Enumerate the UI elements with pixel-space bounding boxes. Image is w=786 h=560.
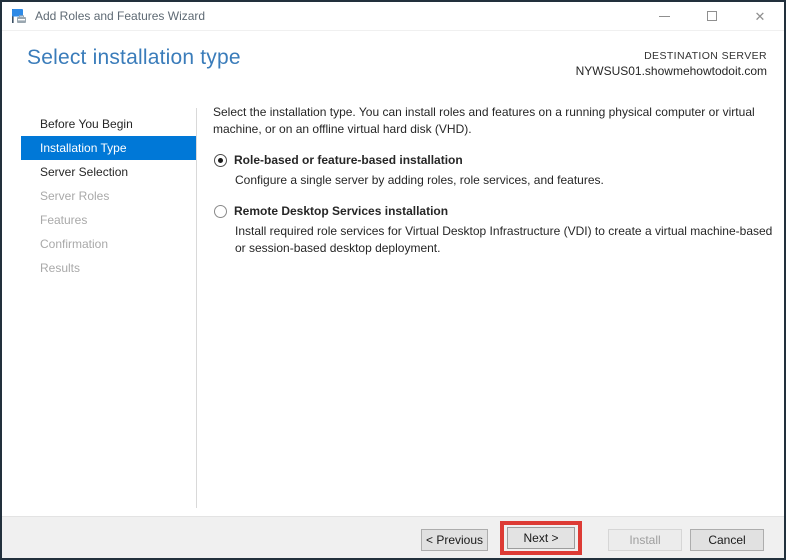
- destination-server-label: DESTINATION SERVER: [644, 50, 767, 62]
- radio-button-selected-icon[interactable]: [214, 154, 227, 167]
- option-description-role-based: Configure a single server by adding role…: [235, 173, 604, 187]
- window-title: Add Roles and Features Wizard: [35, 9, 206, 23]
- option-label-remote-desktop[interactable]: Remote Desktop Services installation: [234, 204, 448, 219]
- page-title: Select installation type: [27, 46, 241, 69]
- main-content: Select the installation type. You can in…: [213, 104, 784, 257]
- option-description-remote-desktop: Install required role services for Virtu…: [235, 224, 773, 255]
- sidebar-item-installation-type[interactable]: Installation Type: [21, 136, 196, 160]
- next-button[interactable]: Next >: [507, 527, 575, 549]
- minimize-icon: [658, 15, 670, 17]
- radio-option-role-based[interactable]: Role-based or feature-based installation: [213, 153, 784, 168]
- sidebar-item-features: Features: [40, 213, 88, 227]
- maximize-icon: [707, 11, 717, 21]
- wizard-steps-sidebar: Before You Begin Installation Type Serve…: [2, 112, 196, 280]
- server-manager-icon: [12, 9, 26, 23]
- previous-button[interactable]: < Previous: [421, 529, 488, 551]
- install-button: Install: [608, 529, 682, 551]
- close-button[interactable]: ✕: [736, 2, 784, 30]
- destination-server-block: DESTINATION SERVER NYWSUS01.showmehowtod…: [576, 50, 767, 79]
- next-button-highlight-annotation: Next >: [500, 521, 582, 555]
- destination-server-name: NYWSUS01.showmehowtodoit.com: [575, 64, 767, 79]
- title-bar[interactable]: Add Roles and Features Wizard ✕: [2, 2, 784, 31]
- radio-button-unselected-icon[interactable]: [214, 205, 227, 218]
- sidebar-item-server-roles: Server Roles: [40, 189, 110, 203]
- close-icon: ✕: [754, 8, 766, 24]
- sidebar-item-results: Results: [40, 261, 81, 275]
- radio-option-remote-desktop[interactable]: Remote Desktop Services installation: [213, 204, 784, 219]
- cancel-button[interactable]: Cancel: [690, 529, 764, 551]
- maximize-button[interactable]: [688, 2, 736, 30]
- minimize-button[interactable]: [640, 2, 688, 30]
- sidebar-item-confirmation: Confirmation: [40, 237, 109, 251]
- intro-text: Select the installation type. You can in…: [213, 105, 755, 136]
- sidebar-item-server-selection[interactable]: Server Selection: [21, 160, 196, 184]
- sidebar-item-before-you-begin[interactable]: Before You Begin: [21, 112, 196, 136]
- sidebar-content-divider: [196, 108, 197, 508]
- option-label-role-based[interactable]: Role-based or feature-based installation: [234, 153, 463, 168]
- wizard-window: Add Roles and Features Wizard ✕ Select i…: [0, 0, 786, 560]
